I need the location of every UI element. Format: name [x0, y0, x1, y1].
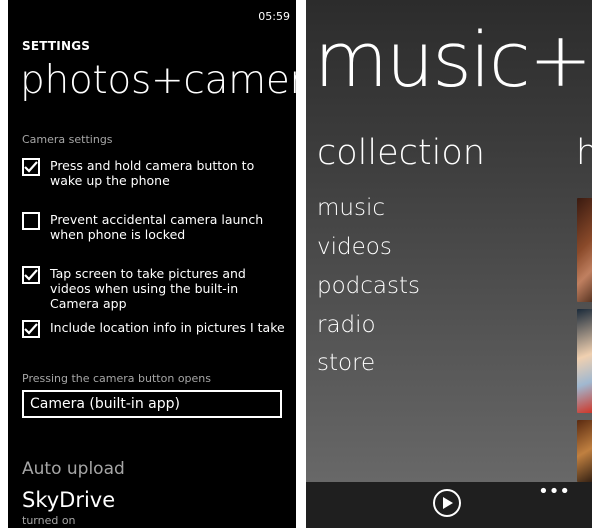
skydrive-option[interactable]: SkyDrive [22, 488, 115, 512]
music-videos-screen: music+videos collection history music vi… [306, 0, 592, 528]
option-location-info[interactable]: Include location info in pictures I take [22, 320, 288, 338]
checkbox-tap-screen[interactable] [22, 266, 40, 284]
hub-item-radio[interactable]: radio [317, 312, 376, 338]
play-icon[interactable] [433, 489, 461, 517]
checkbox-wake-phone[interactable] [22, 158, 40, 176]
settings-header-label: SETTINGS [22, 39, 91, 53]
option-prevent-launch[interactable]: Prevent accidental camera launch when ph… [22, 212, 288, 242]
camera-button-select[interactable]: Camera (built-in app) [22, 390, 282, 418]
auto-upload-label: Auto upload [22, 459, 125, 479]
checkbox-location-info[interactable] [22, 320, 40, 338]
settings-screen: 05:59 SETTINGS photos+camera Camera sett… [8, 0, 296, 528]
checkbox-prevent-launch[interactable] [22, 212, 40, 230]
section-title-history-peek[interactable]: history [576, 133, 592, 173]
more-icon[interactable]: ••• [538, 481, 570, 502]
camera-button-label: Pressing the camera button opens [22, 372, 211, 385]
hub-title: music+videos [314, 15, 592, 104]
section-title-collection: collection [317, 133, 485, 173]
option-label: Include location info in pictures I take [50, 320, 285, 335]
hub-item-videos[interactable]: videos [317, 234, 392, 260]
option-label: Press and hold camera button to wake up … [50, 158, 255, 188]
hub-item-podcasts[interactable]: podcasts [317, 273, 420, 299]
option-wake-phone[interactable]: Press and hold camera button to wake up … [22, 158, 288, 188]
status-time: 05:59 [258, 10, 290, 23]
option-tap-screen[interactable]: Tap screen to take pictures and videos w… [22, 266, 288, 311]
option-label: Tap screen to take pictures and videos w… [50, 266, 246, 311]
history-tile-2[interactable] [577, 309, 592, 413]
checkmark-icon [24, 269, 38, 281]
hub-item-music[interactable]: music [317, 195, 385, 221]
option-label: Prevent accidental camera launch when ph… [50, 212, 264, 242]
checkmark-icon [24, 323, 38, 335]
checkmark-icon [24, 161, 38, 173]
app-bar: ••• [306, 481, 592, 528]
history-tile-1[interactable] [577, 198, 592, 302]
hub-item-store[interactable]: store [317, 350, 375, 376]
skydrive-status: turned on [22, 514, 76, 527]
page-title: photos+camera [20, 58, 296, 103]
camera-settings-label: Camera settings [22, 133, 113, 146]
history-tile-3[interactable] [577, 420, 592, 482]
play-triangle-icon [443, 497, 453, 509]
